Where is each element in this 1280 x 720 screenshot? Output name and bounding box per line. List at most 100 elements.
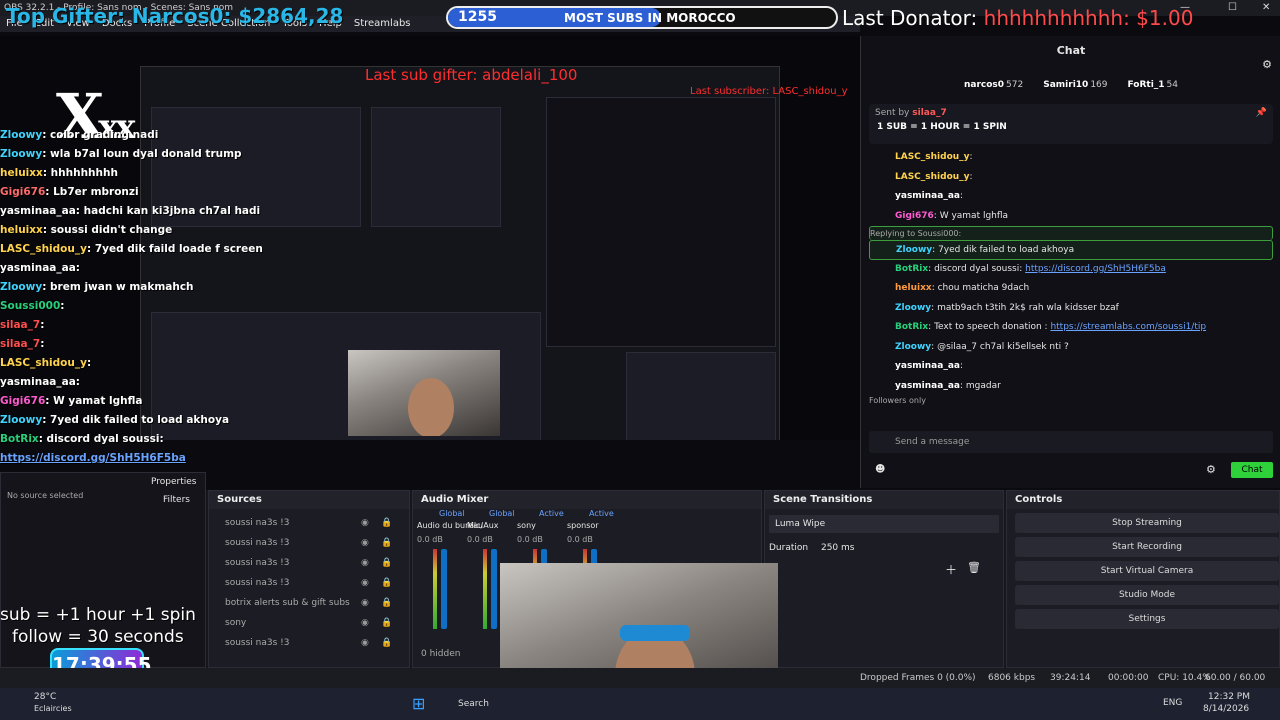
last-subscriber: Last subscriber: LASC_shidou_y (690, 86, 848, 97)
chat-input[interactable]: Send a message (869, 431, 1273, 453)
chat-link[interactable]: https://discord.gg/ShH5H6F5ba (1025, 264, 1166, 274)
eye-icon[interactable]: ◉ (361, 553, 369, 573)
chat-settings-icon[interactable]: ⚙ (1262, 58, 1272, 71)
overlay-chat-text: : hhhhhhhhh (42, 167, 118, 179)
chat-send-button[interactable]: Chat (1231, 462, 1273, 478)
lock-icon[interactable]: 🔒 (381, 513, 392, 533)
chat-message[interactable]: BotRix: discord dyal soussi: https://dis… (869, 260, 1273, 280)
eye-icon[interactable]: ◉ (361, 593, 369, 613)
chat-username[interactable]: BotRix (869, 322, 928, 332)
mixer-title: Audio Mixer (413, 491, 761, 509)
taskbar-search[interactable]: Search (440, 696, 500, 712)
lock-icon[interactable]: 🔒 (381, 593, 392, 613)
source-item[interactable]: botrix alerts sub & gift subs ◉ 🔒 (209, 593, 409, 613)
source-item[interactable]: soussi na3s !3 ◉ 🔒 (209, 533, 409, 553)
leaderboard-name: Samiri10 (1043, 80, 1089, 90)
chat-message[interactable]: Gigi676: W yamat lghfla (869, 207, 1273, 227)
mixer-db: 0.0 dB (467, 535, 493, 544)
chat-username[interactable]: yasminaa_aa (869, 381, 960, 391)
chat-username[interactable]: BotRix (869, 264, 928, 274)
close-button[interactable]: ✕ (1262, 0, 1270, 16)
volume-slider[interactable] (441, 549, 447, 629)
leaderboard-count: 54 (1166, 80, 1178, 90)
chat-username[interactable]: LASC_shidou_y (869, 152, 970, 162)
chat-message[interactable]: LASC_shidou_y: (869, 148, 1273, 168)
lock-icon[interactable]: 🔒 (381, 613, 392, 633)
top-gifter: Top Gifter: Narcos0: $2864,28 (6, 4, 344, 28)
overlay-chat-line: yasminaa_aa: (0, 259, 420, 278)
volume-slider[interactable] (491, 549, 497, 629)
mixer-tab[interactable]: Global (489, 509, 515, 518)
lock-icon[interactable]: 🔒 (381, 573, 392, 593)
control-settings[interactable]: Settings (1015, 609, 1279, 629)
mixer-tab[interactable]: Active (589, 509, 614, 518)
pinned-by: silaa_7 (912, 108, 947, 118)
chat-message[interactable]: BotRix: Text to speech donation : https:… (869, 318, 1273, 338)
chat-message[interactable]: Zloowy: matb9ach t3tih 2k$ rah wla kidss… (869, 299, 1273, 319)
source-item[interactable]: soussi na3s !3 ◉ 🔒 (209, 513, 409, 533)
chat-message[interactable]: heluixx: chou maticha 9dach (869, 279, 1273, 299)
overlay-chat-link[interactable]: https://discord.gg/ShH5H6F5ba (0, 452, 186, 464)
control-studio-mode[interactable]: Studio Mode (1015, 585, 1279, 605)
pinned-by-label: Sent by (875, 108, 910, 118)
chat-text: : mgadar (959, 380, 1001, 391)
overlay-chat-text: : soussi didn't change (42, 224, 173, 236)
add-transition-icon[interactable]: ＋ (945, 561, 957, 578)
controls-title: Controls (1007, 491, 1279, 509)
lock-icon[interactable]: 🔒 (381, 553, 392, 573)
overlay-chat-text: : hadchi kan ki3jbna ch7al hadi (75, 205, 261, 217)
chat-message[interactable]: Zloowy: @silaa_7 ch7al ki5ellsek nti ? (869, 338, 1273, 358)
chat-message[interactable]: Zloowy: 7yed dik failed to load akhoya (869, 240, 1273, 260)
eye-icon[interactable]: ◉ (361, 573, 369, 593)
trash-icon[interactable]: 🗑 (967, 561, 981, 574)
chat-username[interactable]: Zloowy (869, 342, 931, 352)
chat-gear-icon[interactable]: ⚙ (1206, 463, 1216, 476)
menu-streamlabs[interactable]: Streamlabs (354, 18, 411, 29)
chat-username[interactable]: Zloowy (870, 245, 932, 255)
control-start-recording[interactable]: Start Recording (1015, 537, 1279, 557)
chat-message[interactable]: yasminaa_aa: (869, 357, 1273, 377)
control-stop-streaming[interactable]: Stop Streaming (1015, 513, 1279, 533)
eye-icon[interactable]: ◉ (361, 613, 369, 633)
emote-icon[interactable]: ☻ (875, 464, 885, 475)
transition-select[interactable]: Luma Wipe (769, 515, 999, 533)
overlay-chat-text: : W yamat lghfla (45, 395, 143, 407)
duration-input[interactable]: 250 ms (821, 543, 855, 553)
source-item[interactable]: sony ◉ 🔒 (209, 613, 409, 633)
taskbar-time[interactable]: 12:32 PM (1208, 692, 1250, 702)
maximize-button[interactable]: ☐ (1228, 0, 1237, 16)
taskbar: 28°C Eclaircies ⊞ Search ENG 12:32 PM 8/… (0, 688, 1280, 720)
eye-icon[interactable]: ◉ (361, 513, 369, 533)
start-icon[interactable]: ⊞ (412, 694, 425, 713)
chat-username[interactable]: Zloowy (869, 303, 931, 313)
overlay-chat-text: : 7yed dik failed to load akhoya (42, 414, 230, 426)
chat-link[interactable]: https://streamlabs.com/soussi1/tip (1050, 322, 1206, 332)
chat-username[interactable]: yasminaa_aa (869, 191, 960, 201)
chat-message[interactable]: LASC_shidou_y: (869, 168, 1273, 188)
control-start-virtual-camera[interactable]: Start Virtual Camera (1015, 561, 1279, 581)
lock-icon[interactable]: 🔒 (381, 533, 392, 553)
source-item[interactable]: soussi na3s !3 ◉ 🔒 (209, 633, 409, 653)
lock-icon[interactable]: 🔒 (381, 633, 392, 653)
chat-username[interactable]: heluixx (869, 283, 932, 293)
mixer-tab[interactable]: Global (439, 509, 465, 518)
overlay-chat-line: heluixx: hhhhhhhhh (0, 164, 420, 183)
eye-icon[interactable]: ◉ (361, 533, 369, 553)
taskbar-date[interactable]: 8/14/2026 (1203, 704, 1249, 714)
filters-tab[interactable]: Filters (163, 495, 190, 505)
chat-message[interactable]: yasminaa_aa: (869, 187, 1273, 207)
mixer-tab[interactable]: Active (539, 509, 564, 518)
eye-icon[interactable]: ◉ (361, 633, 369, 653)
pin-icon[interactable]: 📌 (1256, 108, 1267, 118)
language[interactable]: ENG (1163, 698, 1182, 708)
source-item[interactable]: soussi na3s !3 ◉ 🔒 (209, 573, 409, 593)
properties-tab[interactable]: Properties (151, 477, 196, 487)
source-item[interactable]: soussi na3s !3 ◉ 🔒 (209, 553, 409, 573)
chat-username[interactable]: Gigi676 (869, 211, 934, 221)
chat-username[interactable]: LASC_shidou_y (869, 172, 970, 182)
chat-message[interactable]: yasminaa_aa: mgadar (869, 377, 1273, 397)
mixer-db: 0.0 dB (517, 535, 543, 544)
chat-title: Chat (1056, 44, 1086, 57)
chat-username[interactable]: yasminaa_aa (869, 361, 960, 371)
status-bar: Dropped Frames 0 (0.0%) 6806 kbps 39:24:… (0, 668, 1280, 703)
